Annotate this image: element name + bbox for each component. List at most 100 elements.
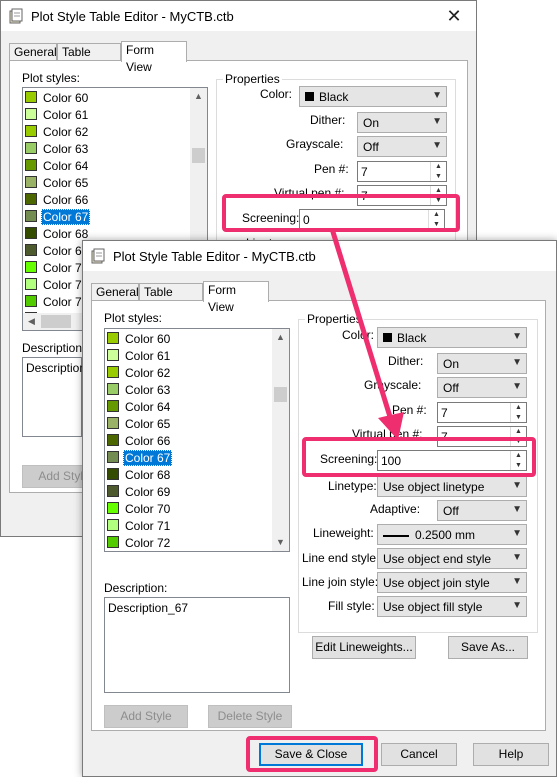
scroll-down-icon[interactable]: ▼ [272, 534, 289, 551]
pen-spinner[interactable]: 7 ▲ ▼ [357, 161, 447, 182]
scroll-hthumb[interactable] [41, 315, 71, 328]
tab-general[interactable]: General [9, 43, 57, 60]
list-item-label: Color 61 [43, 108, 89, 122]
color-swatch-icon [25, 244, 37, 256]
color-swatch-icon [107, 400, 119, 412]
description-label: Description: [104, 581, 168, 595]
scroll-left-icon[interactable]: ◀ [23, 313, 40, 330]
list-vscroll[interactable]: ▲ ▼ [272, 329, 289, 551]
pen-spinner[interactable]: 7 ▲ ▼ [437, 402, 527, 423]
color-dropdown[interactable]: Black ▼ [299, 86, 447, 107]
list-item[interactable]: Color 66 [107, 433, 267, 450]
list-item[interactable]: Color 63 [25, 141, 185, 158]
list-item[interactable]: Color 67 [107, 450, 267, 467]
grayscale-dropdown[interactable]: Off ▼ [357, 136, 447, 157]
edit-lineweights-button[interactable]: Edit Lineweights... [312, 636, 416, 659]
color-dropdown[interactable]: Black ▼ [377, 327, 527, 348]
chevron-down-icon: ▼ [512, 528, 522, 539]
grayscale-dropdown[interactable]: Off ▼ [437, 377, 527, 398]
list-item[interactable]: Color 62 [25, 124, 185, 141]
line-end-dropdown[interactable]: Use object end style ▼ [377, 548, 527, 569]
grayscale-label: Grayscale: [364, 378, 422, 392]
list-item[interactable]: Color 65 [25, 175, 185, 192]
color-swatch-icon [107, 536, 119, 548]
scroll-up-icon[interactable]: ▲ [272, 329, 289, 346]
list-item[interactable]: Color 66 [25, 192, 185, 209]
spin-down-icon[interactable]: ▼ [511, 413, 526, 422]
chevron-down-icon: ▼ [512, 504, 522, 515]
lineweight-dropdown[interactable]: 0.2500 mm ▼ [377, 524, 527, 545]
scroll-up-icon[interactable]: ▲ [190, 88, 207, 105]
list-item[interactable]: Color 70 [107, 501, 267, 518]
list-item[interactable]: Color 60 [25, 90, 185, 107]
color-swatch-icon [25, 176, 37, 188]
plot-styles-list[interactable]: Color 60 Color 61 Color 62 Color 63 Color 64… [104, 328, 290, 552]
tab-table-view[interactable]: Table View [139, 283, 203, 316]
list-item[interactable]: Color 72 [107, 535, 267, 551]
close-icon[interactable]: ✕ [432, 1, 476, 31]
list-item-label: Color 71 [125, 519, 171, 533]
delete-style-button[interactable]: Delete Style [208, 705, 292, 728]
front-dialog: Plot Style Table Editor - MyCTB.ctb Gene… [82, 240, 557, 777]
list-item[interactable]: Color 64 [25, 158, 185, 175]
front-titlebar: Plot Style Table Editor - MyCTB.ctb [83, 241, 556, 271]
color-swatch-icon [25, 108, 37, 120]
grayscale-value: Off [363, 140, 379, 154]
description-field[interactable]: Description_67 [104, 597, 290, 693]
list-item[interactable]: Color 68 [107, 467, 267, 484]
fill-style-value: Use object fill style [383, 600, 483, 614]
spin-down-icon[interactable]: ▼ [431, 172, 446, 181]
spin-up-icon[interactable]: ▲ [511, 427, 526, 436]
list-item[interactable]: Color 64 [107, 399, 267, 416]
list-item[interactable]: Color 63 [107, 382, 267, 399]
chevron-down-icon: ▼ [512, 357, 522, 368]
list-item-label: Color 67 [123, 450, 173, 466]
list-item-label: Color 66 [125, 434, 171, 448]
scroll-thumb[interactable] [274, 387, 287, 402]
tab-form-view[interactable]: Form View [121, 41, 187, 74]
lineweight-sample-icon [383, 534, 409, 537]
cancel-button[interactable]: Cancel [381, 743, 457, 766]
pen-label: Pen #: [314, 162, 349, 176]
save-as-button[interactable]: Save As... [448, 636, 528, 659]
color-swatch-icon [25, 210, 37, 222]
list-item[interactable]: Color 65 [107, 416, 267, 433]
list-item-label: Color 72 [125, 536, 171, 550]
adaptive-dropdown[interactable]: Off ▼ [437, 500, 527, 521]
chevron-down-icon: ▼ [512, 331, 522, 342]
window-title: Plot Style Table Editor - MyCTB.ctb [113, 249, 316, 264]
add-style-button[interactable]: Add Style [104, 705, 188, 728]
tab-general[interactable]: General [91, 283, 139, 300]
list-item[interactable]: Color 69 [107, 484, 267, 501]
dither-dropdown[interactable]: On ▼ [437, 353, 527, 374]
help-button[interactable]: Help [473, 743, 549, 766]
line-end-value: Use object end style [383, 552, 492, 566]
tab-form-view[interactable]: Form View [203, 281, 269, 314]
list-item-label: Color 68 [125, 468, 171, 482]
color-swatch-icon [107, 366, 119, 378]
chevron-down-icon: ▼ [512, 600, 522, 611]
spin-up-icon[interactable]: ▲ [511, 403, 526, 412]
list-item[interactable]: Color 60 [107, 331, 267, 348]
spin-up-icon[interactable]: ▲ [431, 162, 446, 171]
list-item-label: Color 66 [43, 193, 89, 207]
fill-style-dropdown[interactable]: Use object fill style ▼ [377, 596, 527, 617]
dither-dropdown[interactable]: On ▼ [357, 112, 447, 133]
adaptive-value: Off [443, 504, 459, 518]
list-item[interactable]: Color 71 [107, 518, 267, 535]
scroll-thumb[interactable] [192, 148, 205, 163]
list-item-label: Color 61 [125, 349, 171, 363]
description-field[interactable]: Description_67 [22, 357, 106, 437]
tab-table-view[interactable]: Table View [57, 43, 121, 76]
list-item[interactable]: Color 61 [107, 348, 267, 365]
list-item[interactable]: Color 62 [107, 365, 267, 382]
plot-styles-label: Plot styles: [104, 311, 163, 325]
linetype-dropdown[interactable]: Use object linetype ▼ [377, 476, 527, 497]
list-item[interactable]: Color 61 [25, 107, 185, 124]
color-swatch-icon [107, 349, 119, 361]
list-item-label: Color 64 [125, 400, 171, 414]
line-join-label: Line join style: [302, 575, 379, 589]
list-item[interactable]: Color 67 [25, 209, 185, 226]
line-join-dropdown[interactable]: Use object join style ▼ [377, 572, 527, 593]
color-swatch-icon [107, 502, 119, 514]
